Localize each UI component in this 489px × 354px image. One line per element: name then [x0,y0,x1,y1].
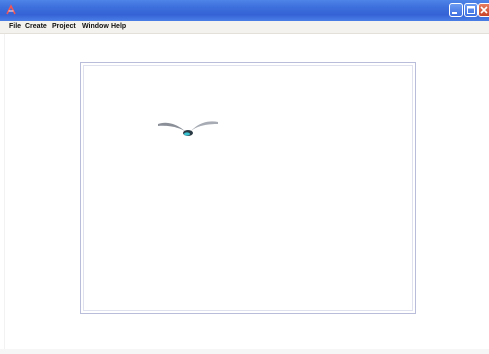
minimize-button[interactable] [449,3,463,17]
bird-icon[interactable] [156,118,220,140]
stage-inner-border [83,65,413,311]
stage-canvas[interactable] [80,62,416,314]
title-bar[interactable] [0,0,489,21]
menu-window[interactable]: Window [82,23,109,31]
menu-project[interactable]: Project [52,23,76,31]
menu-bar: File Create Project Window Help [0,21,489,34]
close-button[interactable] [478,3,489,17]
menu-file[interactable]: File [9,23,21,31]
maximize-button[interactable] [464,3,478,17]
app-icon[interactable] [5,4,17,16]
workspace-edge [4,34,5,354]
minimize-icon [452,12,457,14]
maximize-icon [467,6,475,14]
status-strip [0,349,489,354]
menu-help[interactable]: Help [111,23,126,31]
close-icon [480,6,488,14]
menu-create[interactable]: Create [25,23,47,31]
